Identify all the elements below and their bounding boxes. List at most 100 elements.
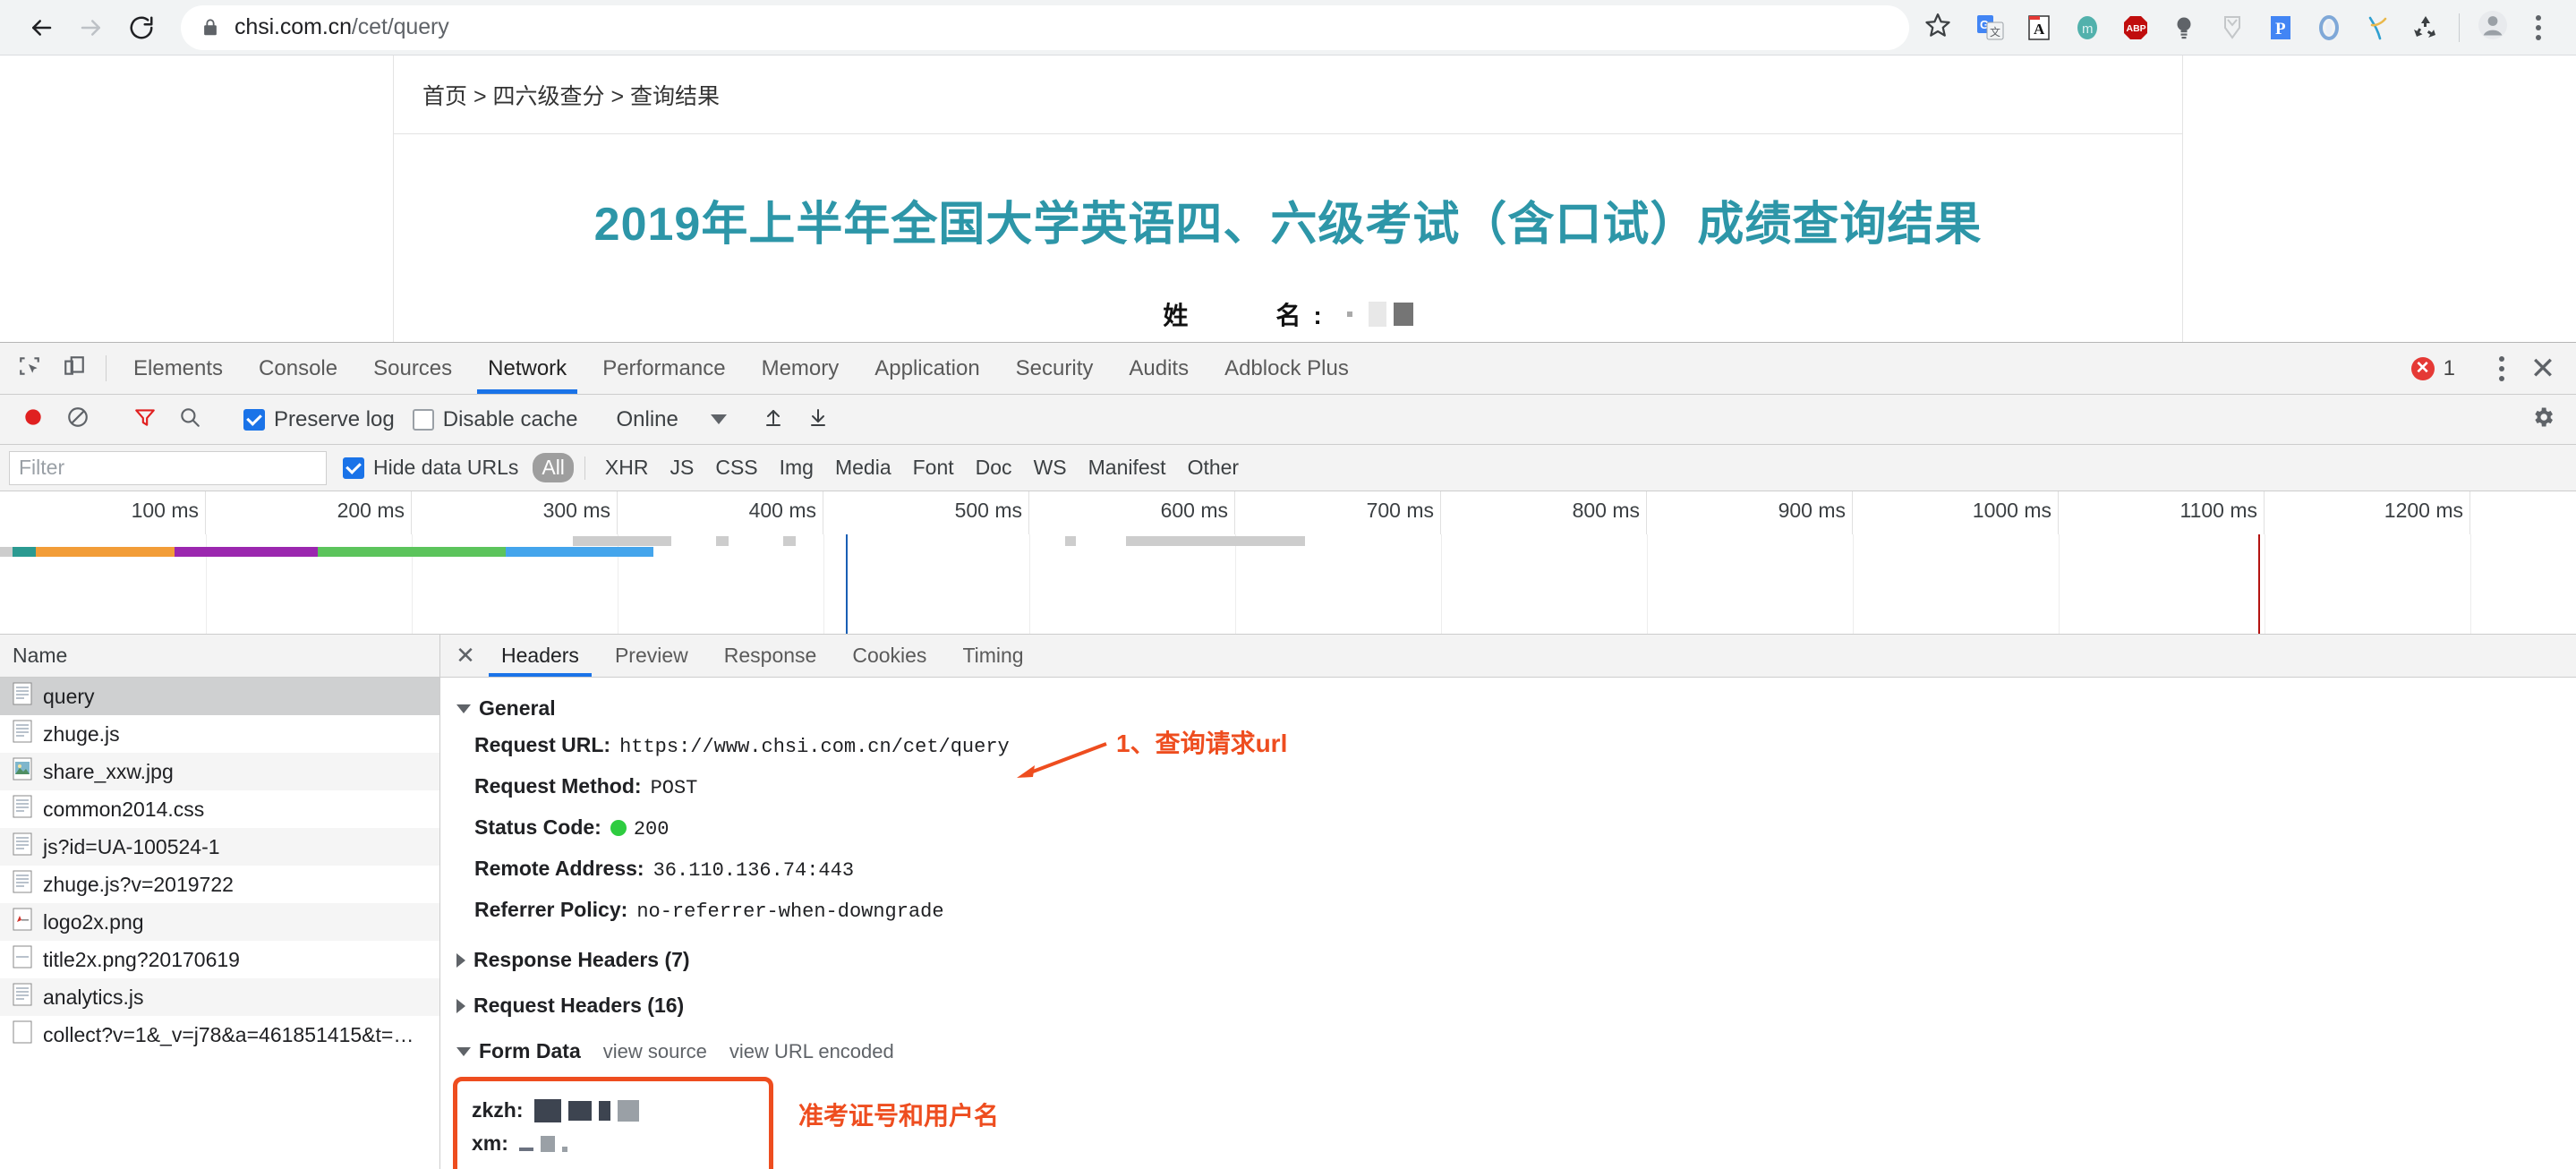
detail-tab-preview[interactable]: Preview — [597, 635, 706, 677]
tab-performance[interactable]: Performance — [584, 343, 743, 394]
preserve-log-checkbox[interactable] — [243, 409, 265, 431]
address-bar[interactable]: chsi.com.cn/cet/query — [181, 5, 1909, 50]
google-translate-extension-icon[interactable]: G 文 — [1966, 4, 2015, 52]
browser-toolbar: chsi.com.cn/cet/query G 文 A m — [0, 0, 2576, 55]
filter-type-other[interactable]: Other — [1179, 453, 1249, 482]
table-row[interactable]: query — [0, 678, 439, 715]
table-row[interactable]: js?id=UA-100524-1 — [0, 828, 439, 866]
redacted-name-block-1 — [1369, 302, 1386, 327]
device-toolbar-button[interactable] — [52, 343, 97, 394]
overview-band-grey-4 — [1065, 536, 1076, 546]
dom-content-loaded-marker — [846, 534, 848, 634]
response-headers-section-header[interactable]: Response Headers (7) — [440, 943, 2576, 977]
profile-button[interactable] — [2469, 4, 2517, 52]
filter-type-manifest[interactable]: Manifest — [1079, 453, 1175, 482]
tab-audits[interactable]: Audits — [1111, 343, 1207, 394]
request-name: zhuge.js?v=2019722 — [43, 873, 234, 897]
filter-type-ws[interactable]: WS — [1025, 453, 1076, 482]
tab-elements[interactable]: Elements — [115, 343, 241, 394]
timeline-ruler: 100 ms 200 ms 300 ms 400 ms 500 ms 600 m… — [0, 491, 2576, 534]
filter-type-xhr[interactable]: XHR — [596, 453, 658, 482]
filter-type-img[interactable]: Img — [771, 453, 823, 482]
table-row[interactable]: zhuge.js — [0, 715, 439, 753]
reload-icon — [128, 14, 155, 41]
disable-cache-checkbox-group[interactable]: Disable cache — [413, 407, 578, 432]
remote-address-key: Remote Address: — [474, 857, 644, 881]
detail-tab-timing[interactable]: Timing — [944, 635, 1041, 677]
text-mode-extension-icon[interactable]: A — [2015, 4, 2063, 52]
close-detail-pane-button[interactable]: ✕ — [448, 635, 483, 677]
filter-toggle-button[interactable] — [124, 399, 166, 440]
record-button[interactable] — [13, 399, 54, 440]
table-row[interactable]: title2x.png?20170619 — [0, 941, 439, 978]
table-row[interactable]: zhuge.js?v=2019722 — [0, 866, 439, 903]
disable-cache-checkbox[interactable] — [413, 409, 434, 431]
record-button-icon — [21, 405, 45, 433]
clear-network-log-button[interactable] — [57, 399, 98, 440]
error-count-badge[interactable]: ✕ 1 — [2411, 356, 2455, 381]
request-url-row: Request URL: https://www.chsi.com.cn/cet… — [440, 725, 2576, 766]
filter-type-js[interactable]: JS — [661, 453, 703, 482]
detail-tab-response[interactable]: Response — [706, 635, 835, 677]
redacted-name-block-2 — [1394, 303, 1413, 326]
adblock-plus-extension-icon[interactable]: ABP — [2111, 4, 2160, 52]
export-har-button[interactable] — [798, 399, 839, 440]
tab-application[interactable]: Application — [857, 343, 997, 394]
filter-type-doc[interactable]: Doc — [967, 453, 1021, 482]
detail-tab-cookies[interactable]: Cookies — [834, 635, 944, 677]
general-section-header[interactable]: General — [440, 692, 2576, 725]
tab-network[interactable]: Network — [470, 343, 584, 394]
chrome-menu-button[interactable] — [2517, 4, 2560, 52]
hide-data-urls-checkbox[interactable] — [343, 457, 364, 479]
network-filter-input[interactable]: Filter — [9, 451, 327, 485]
filter-type-css[interactable]: CSS — [706, 453, 766, 482]
error-icon: ✕ — [2411, 357, 2435, 380]
filter-type-media[interactable]: Media — [826, 453, 900, 482]
inspect-element-button[interactable] — [7, 343, 52, 394]
form-data-section-header[interactable]: Form Data view source view URL encoded — [440, 1035, 2576, 1068]
network-settings-button[interactable] — [2522, 399, 2563, 440]
table-row[interactable]: collect?v=1&_v=j78&a=461851415&t=… — [0, 1016, 439, 1054]
momentum-extension-icon[interactable]: m — [2063, 4, 2111, 52]
throttle-select[interactable]: Online — [616, 407, 726, 432]
shield-m-extension-icon[interactable] — [2208, 4, 2256, 52]
detail-tab-headers[interactable]: Headers — [483, 635, 597, 677]
opera-o-extension-icon[interactable] — [2305, 4, 2353, 52]
table-row[interactable]: share_xxw.jpg — [0, 753, 439, 790]
request-list-header[interactable]: Name — [0, 635, 439, 678]
table-row[interactable]: logo2x.png — [0, 903, 439, 941]
preserve-log-checkbox-group[interactable]: Preserve log — [243, 407, 395, 432]
recycle-extension-icon[interactable] — [2401, 4, 2450, 52]
request-headers-section-header[interactable]: Request Headers (16) — [440, 989, 2576, 1022]
lightbulb-extension-icon[interactable] — [2160, 4, 2208, 52]
back-button[interactable] — [16, 3, 66, 53]
view-url-encoded-link[interactable]: view URL encoded — [729, 1040, 894, 1063]
reload-button[interactable] — [116, 3, 166, 53]
tab-adblock-plus[interactable]: Adblock Plus — [1207, 343, 1367, 394]
remote-address-value: 36.110.136.74:443 — [653, 859, 854, 882]
bookmark-button[interactable] — [1915, 4, 1961, 51]
network-overview-timeline[interactable]: 100 ms 200 ms 300 ms 400 ms 500 ms 600 m… — [0, 491, 2576, 635]
pocket-extension-icon[interactable]: P — [2256, 4, 2305, 52]
forward-button[interactable] — [66, 3, 116, 53]
view-source-link[interactable]: view source — [603, 1040, 707, 1063]
tab-sources[interactable]: Sources — [355, 343, 470, 394]
overview-band-green — [318, 547, 506, 557]
status-code-value: 200 — [634, 818, 670, 840]
devtools-more-button[interactable] — [2481, 356, 2522, 381]
grid-line-9 — [1853, 534, 1854, 634]
devtools-close-button[interactable]: ✕ — [2522, 354, 2563, 384]
filter-type-all[interactable]: All — [533, 453, 574, 482]
yandex-extension-icon[interactable] — [2353, 4, 2401, 52]
filter-type-font[interactable]: Font — [904, 453, 963, 482]
search-button[interactable] — [169, 399, 210, 440]
tab-console[interactable]: Console — [241, 343, 355, 394]
web-page-viewport: 首页 > 四六级查分 > 查询结果 2019年上半年全国大学英语四、六级考试（含… — [0, 55, 2576, 342]
tab-memory[interactable]: Memory — [744, 343, 857, 394]
table-row[interactable]: common2014.css — [0, 790, 439, 828]
back-arrow-icon — [28, 14, 55, 41]
import-har-button[interactable] — [753, 399, 794, 440]
hide-data-urls-group[interactable]: Hide data URLs — [343, 456, 518, 480]
table-row[interactable]: analytics.js — [0, 978, 439, 1016]
tab-security[interactable]: Security — [998, 343, 1112, 394]
